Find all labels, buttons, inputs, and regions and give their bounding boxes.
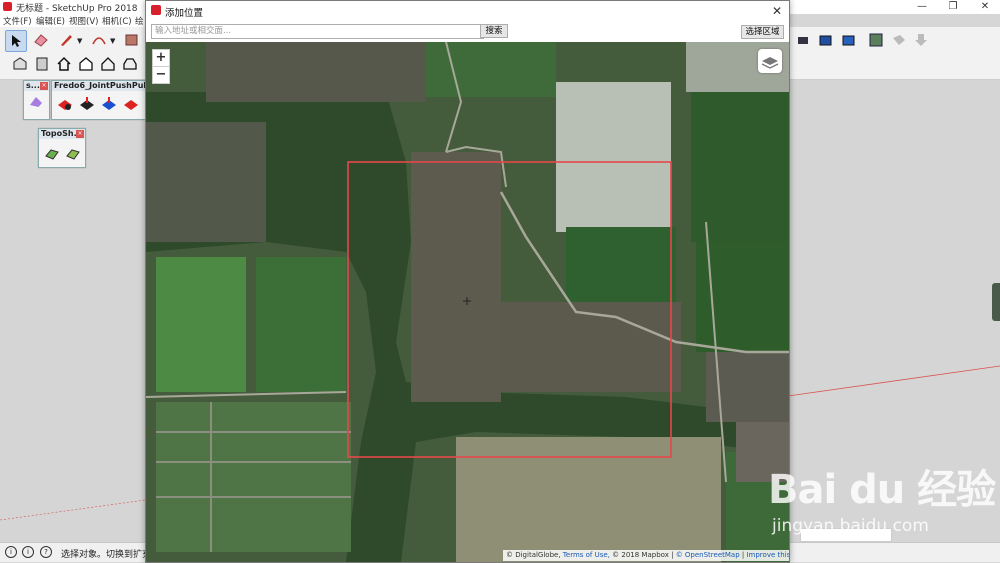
joint-pushpull-icon[interactable] bbox=[55, 94, 75, 114]
copyright-text: © DigitalGlobe, bbox=[506, 551, 561, 559]
normal-pushpull-icon[interactable] bbox=[99, 94, 119, 114]
eraser-tool-icon[interactable] bbox=[31, 30, 51, 50]
zoom-in-button[interactable]: + bbox=[152, 49, 170, 67]
separator: | bbox=[671, 551, 674, 559]
satellite-map[interactable] bbox=[146, 42, 789, 562]
side-panel-handle[interactable] bbox=[992, 283, 1000, 321]
sandbox-scratch-icon[interactable] bbox=[63, 144, 83, 164]
film-icon[interactable] bbox=[816, 30, 836, 50]
search-button[interactable]: 搜索 bbox=[480, 24, 508, 38]
topo-palette: TopoSh... × bbox=[38, 128, 86, 168]
osm-link[interactable]: © OpenStreetMap bbox=[676, 551, 740, 559]
close-app-icon[interactable]: ✕ bbox=[975, 0, 995, 14]
home-icon[interactable] bbox=[54, 54, 74, 74]
satellite-imagery bbox=[146, 42, 789, 562]
select-tool-icon[interactable] bbox=[5, 30, 27, 52]
camera-icon[interactable] bbox=[793, 30, 813, 50]
house-outline-icon[interactable] bbox=[98, 54, 118, 74]
zoom-out-button[interactable]: − bbox=[152, 66, 170, 84]
sketchup-logo-icon bbox=[3, 2, 12, 11]
tag-icon[interactable] bbox=[889, 30, 909, 50]
minimize-icon[interactable]: — bbox=[912, 0, 932, 14]
baidu-watermark-logo: Bai du 经验 bbox=[768, 467, 996, 513]
menu-camera[interactable]: 相机(C) bbox=[102, 15, 132, 27]
menu-edit[interactable]: 编辑(E) bbox=[36, 15, 65, 27]
download-icon[interactable] bbox=[911, 30, 931, 50]
close-icon[interactable]: ✕ bbox=[768, 2, 786, 20]
dialog-title: 添加位置 bbox=[165, 8, 204, 19]
geo-icon[interactable]: i bbox=[22, 546, 34, 558]
status-text: 选择对象。切换到扩充 bbox=[61, 550, 152, 560]
menu-view[interactable]: 视图(V) bbox=[69, 15, 98, 27]
geo-location-icon[interactable] bbox=[866, 30, 886, 50]
improve-map-link[interactable]: Improve this map bbox=[746, 551, 789, 559]
layers-icon[interactable] bbox=[758, 49, 782, 73]
app-title: 无标题 - SketchUp Pro 2018 bbox=[16, 4, 138, 14]
mapbox-text: © 2018 Mapbox bbox=[612, 551, 669, 559]
vector-pushpull-icon[interactable] bbox=[77, 94, 97, 114]
rectangle-tool-icon[interactable] bbox=[122, 30, 142, 50]
roof-icon[interactable] bbox=[120, 54, 140, 74]
fredo-palette: Fredo6_JointPushPull bbox=[51, 80, 146, 120]
sketchup-logo-icon bbox=[151, 5, 161, 15]
menu-file[interactable]: 文件(F) bbox=[3, 15, 32, 27]
credits-icon[interactable]: ? bbox=[40, 546, 52, 558]
map-attribution: © DigitalGlobe, Terms of Use, © 2018 Map… bbox=[503, 550, 789, 561]
chevron-down-icon[interactable]: ▼ bbox=[77, 37, 82, 45]
sandbox-contours-icon[interactable] bbox=[42, 144, 62, 164]
menu-draw[interactable]: 绘 bbox=[135, 15, 144, 27]
component-icon[interactable] bbox=[32, 54, 52, 74]
terms-link[interactable]: Terms of Use, bbox=[563, 551, 610, 559]
shape-icon[interactable] bbox=[30, 97, 42, 107]
select-area-button[interactable]: 选择区域 bbox=[741, 25, 784, 39]
palette-close-icon[interactable]: × bbox=[40, 82, 48, 90]
palette-close-icon[interactable]: × bbox=[76, 130, 84, 138]
arc-tool-icon[interactable] bbox=[89, 30, 109, 50]
separator: | bbox=[741, 551, 745, 559]
dialog-titlebar bbox=[146, 1, 789, 21]
house-box-icon[interactable] bbox=[76, 54, 96, 74]
small-palette: s... × bbox=[23, 80, 50, 120]
palette-title: Fredo6_JointPushPull bbox=[52, 81, 145, 91]
undo-pushpull-icon[interactable] bbox=[121, 94, 141, 114]
restore-icon[interactable]: ❐ bbox=[943, 0, 963, 14]
info-icon[interactable]: i bbox=[5, 546, 17, 558]
address-search-input[interactable]: 输入地址或相交面... bbox=[151, 24, 484, 39]
warehouse-icon[interactable] bbox=[10, 54, 30, 74]
baidu-watermark-url: jingyan.baidu.com bbox=[772, 516, 929, 536]
pencil-tool-icon[interactable] bbox=[56, 30, 76, 50]
chevron-down-icon[interactable]: ▼ bbox=[110, 37, 115, 45]
scene-icon[interactable] bbox=[839, 30, 859, 50]
add-location-dialog: 添加位置 ✕ 输入地址或相交面... 搜索 选择区域 + − © Digital… bbox=[145, 0, 790, 563]
